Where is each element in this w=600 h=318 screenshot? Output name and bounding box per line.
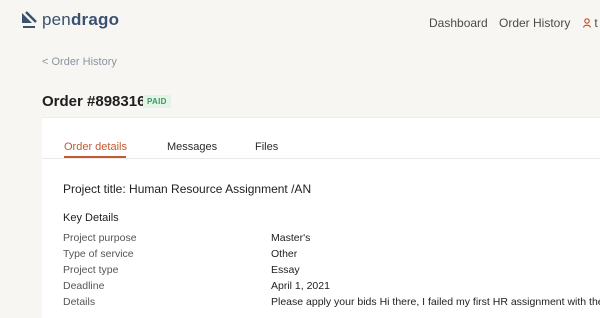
detail-label: Project purpose [63,232,137,244]
detail-value: Essay [271,264,300,276]
user-initial: t [594,16,598,30]
tab-bar: Order details Messages Files [42,118,600,159]
user-icon [583,18,591,28]
detail-label: Details [63,296,96,308]
order-card: Order details Messages Files Project tit… [42,117,600,318]
top-nav: Dashboard Order History t [0,16,600,32]
back-to-order-history[interactable]: < Order History [42,56,117,68]
detail-value: April 1, 2021 [271,280,330,292]
detail-label: Deadline [63,280,105,292]
detail-label: Project type [63,264,119,276]
tab-messages[interactable]: Messages [167,141,217,153]
key-details-heading: Key Details [63,212,119,224]
tab-files[interactable]: Files [255,141,278,153]
order-title: Order #898316 [42,93,146,110]
detail-value: Master's [271,232,311,244]
active-tab-indicator [64,156,126,158]
status-badge: PAID [143,95,171,108]
project-title: Project title: Human Resource Assignment… [63,182,312,196]
detail-value: Other [271,248,298,260]
tab-order-details[interactable]: Order details [64,141,127,153]
user-menu[interactable]: t [583,16,598,30]
detail-label: Type of service [63,248,134,260]
nav-dashboard[interactable]: Dashboard [429,16,488,30]
nav-order-history[interactable]: Order History [499,16,570,30]
detail-value: Please apply your bids Hi there, I faile… [271,296,600,308]
